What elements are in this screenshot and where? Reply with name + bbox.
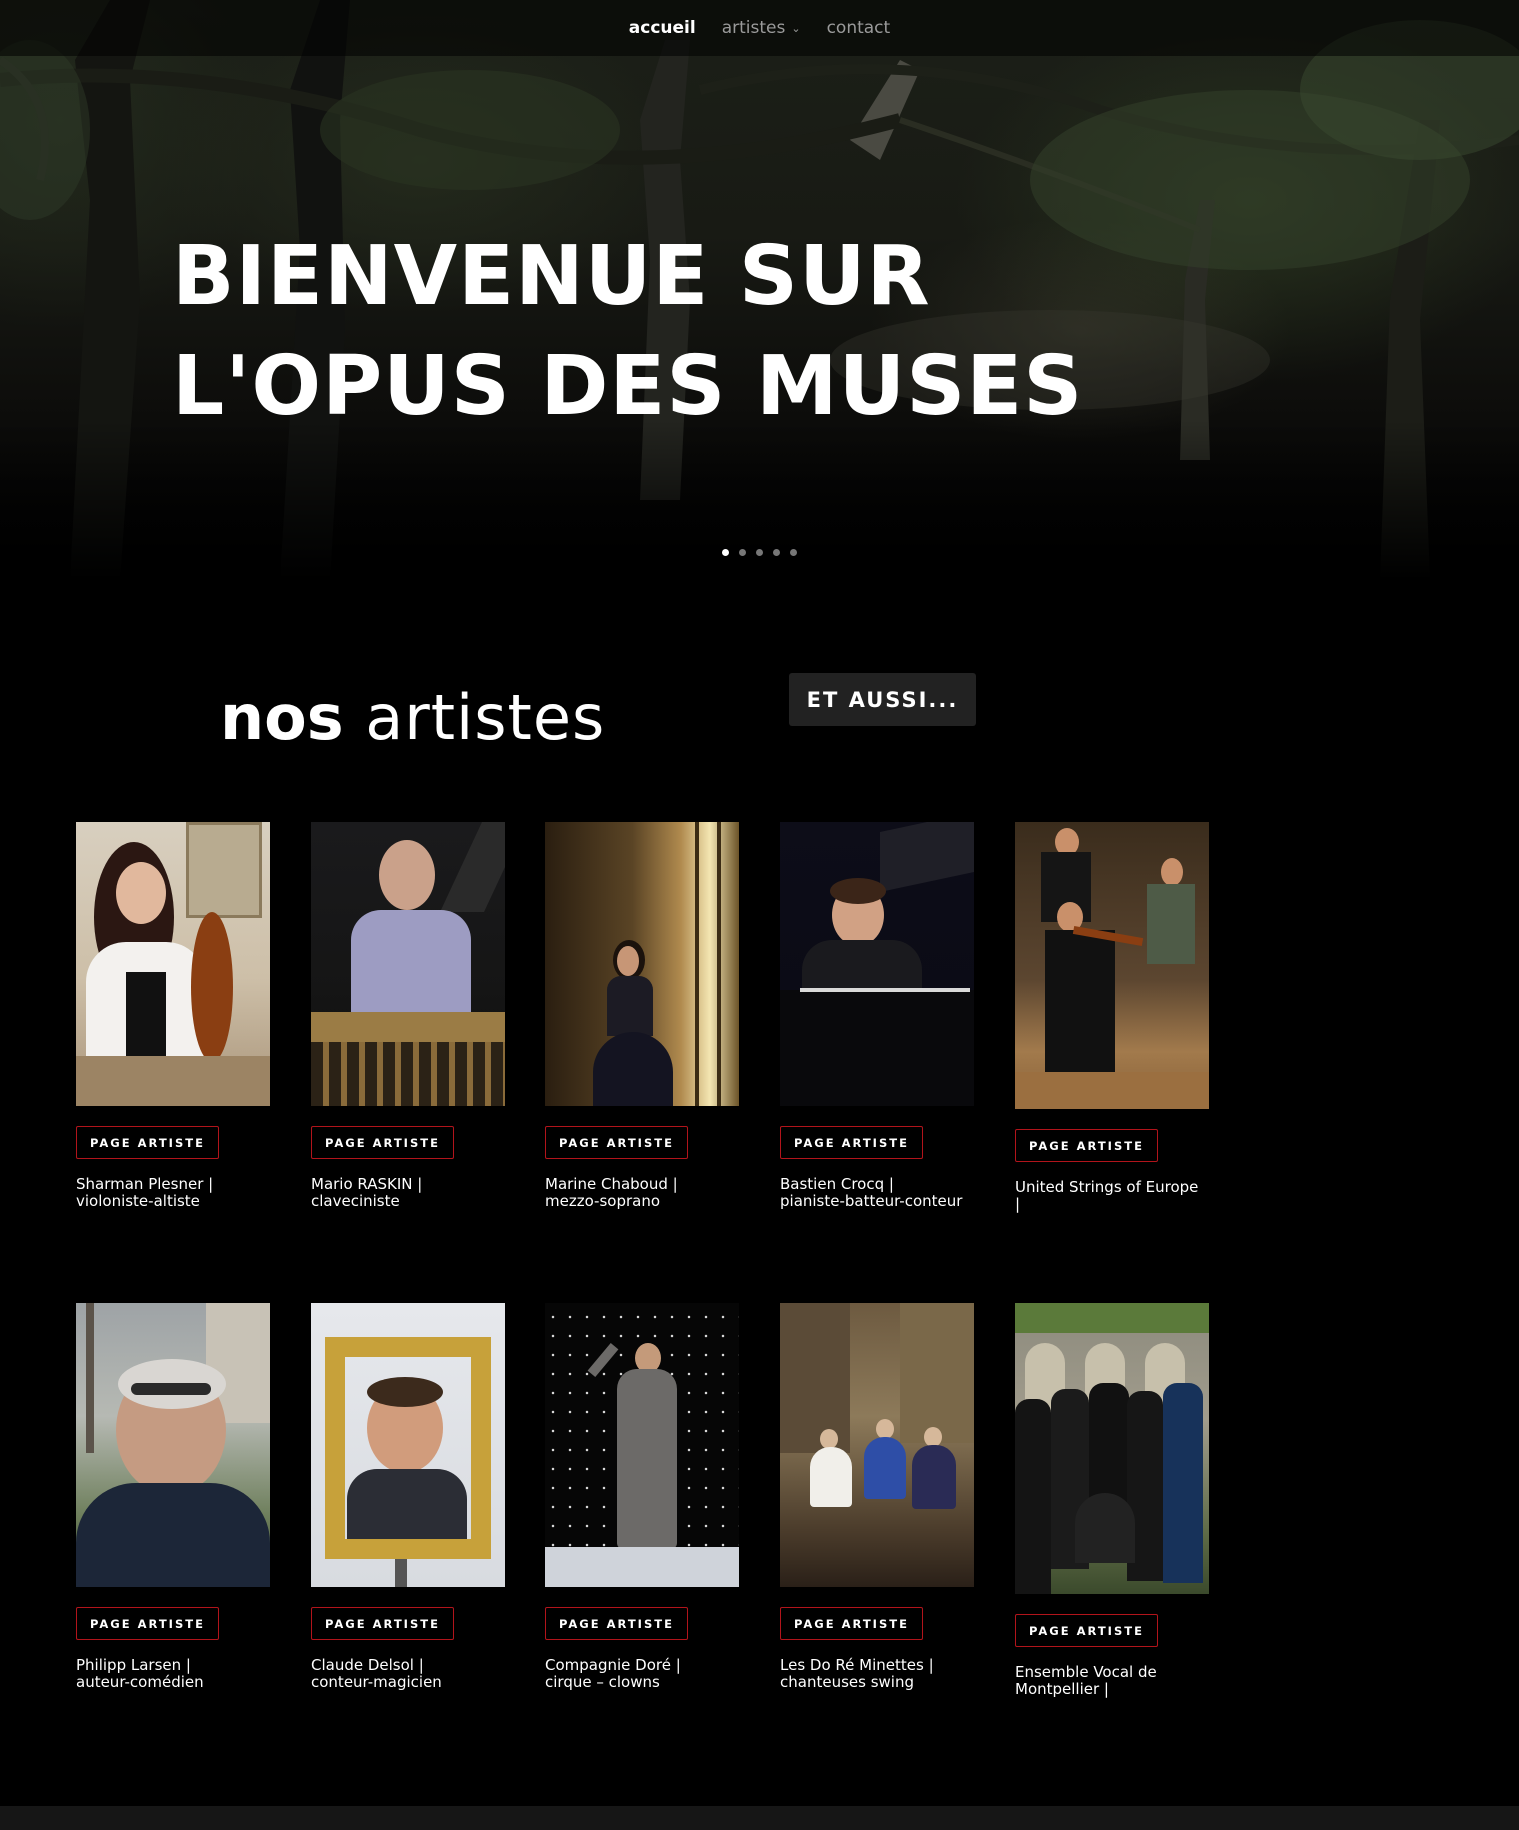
artist-name-line: Les Do Ré Minettes | [780, 1656, 934, 1674]
page-artiste-button[interactable]: PAGE ARTISTE [545, 1607, 688, 1640]
artist-photo[interactable] [311, 822, 505, 1106]
artist-name-line: Claude Delsol | [311, 1656, 424, 1674]
artist-role: auteur-comédien [76, 1673, 204, 1691]
artist-name: Marine Chaboud | mezzo-soprano [545, 1176, 745, 1210]
artist-photo[interactable] [76, 822, 270, 1106]
artist-card: PAGE ARTISTE Philipp Larsen | auteur-com… [76, 1303, 270, 1691]
page-artiste-button[interactable]: PAGE ARTISTE [545, 1126, 688, 1159]
page-artiste-button[interactable]: PAGE ARTISTE [76, 1607, 219, 1640]
artist-name: Philipp Larsen | auteur-comédien [76, 1657, 276, 1691]
artist-name: United Strings of Europe | [1015, 1179, 1215, 1213]
artist-name-line: Mario RASKIN | [311, 1175, 423, 1193]
artist-photo[interactable] [545, 822, 739, 1106]
artist-name-line: Sharman Plesner | [76, 1175, 214, 1193]
slide-dot-2[interactable] [739, 549, 746, 556]
hero-title-line-1: BIENVENUE SUR [172, 229, 931, 324]
artist-card: PAGE ARTISTE Bastien Crocq | pianiste-ba… [780, 822, 974, 1210]
artist-card: PAGE ARTISTE Compagnie Doré | cirque – c… [545, 1303, 739, 1691]
artist-role: Montpellier | [1015, 1680, 1109, 1698]
artist-card: PAGE ARTISTE Sharman Plesner | violonist… [76, 822, 270, 1210]
artist-role: cirque – clowns [545, 1673, 660, 1691]
artist-name-line: United Strings of Europe [1015, 1178, 1199, 1196]
artist-name: Compagnie Doré | cirque – clowns [545, 1657, 745, 1691]
artist-card: PAGE ARTISTE Marine Chaboud | mezzo-sopr… [545, 822, 739, 1210]
chevron-down-icon: ⌄ [791, 21, 801, 35]
page-artiste-button[interactable]: PAGE ARTISTE [1015, 1614, 1158, 1647]
page-artiste-button[interactable]: PAGE ARTISTE [1015, 1129, 1158, 1162]
nav-label: accueil [628, 18, 696, 38]
artist-name: Claude Delsol | conteur-magicien [311, 1657, 511, 1691]
hero-bottom-fade [0, 420, 1519, 580]
slide-dot-4[interactable] [773, 549, 780, 556]
artist-card: PAGE ARTISTE Claude Delsol | conteur-mag… [311, 1303, 505, 1691]
hero-title-line-2: L'OPUS DES MUSES [172, 339, 1084, 434]
artist-photo[interactable] [76, 1303, 270, 1587]
artist-role: mezzo-soprano [545, 1192, 661, 1210]
slider-pagination [722, 549, 797, 556]
artist-card: PAGE ARTISTE United Strings of Europe | [1015, 822, 1209, 1213]
artist-name-line: Marine Chaboud | [545, 1175, 678, 1193]
artist-role: pianiste-batteur-conteur [780, 1192, 963, 1210]
artist-card: PAGE ARTISTE Ensemble Vocal de Montpelli… [1015, 1303, 1209, 1698]
page-artiste-button[interactable]: PAGE ARTISTE [311, 1126, 454, 1159]
page: accueil artistes ⌄ contact BIENVENUE SUR… [0, 0, 1519, 1830]
section-title-light: artistes [365, 681, 606, 754]
artist-role: claveciniste [311, 1192, 400, 1210]
artist-name-line: Ensemble Vocal de [1015, 1663, 1157, 1681]
artist-photo[interactable] [545, 1303, 739, 1587]
artist-card: PAGE ARTISTE Les Do Ré Minettes | chante… [780, 1303, 974, 1691]
section-title-bold: nos [220, 681, 344, 754]
page-artiste-button[interactable]: PAGE ARTISTE [780, 1126, 923, 1159]
artist-role: violoniste-altiste [76, 1192, 200, 1210]
artist-name: Ensemble Vocal de Montpellier | [1015, 1664, 1215, 1698]
artist-photo[interactable] [780, 1303, 974, 1587]
slide-dot-1[interactable] [722, 549, 729, 556]
artist-name: Les Do Ré Minettes | chanteuses swing [780, 1657, 980, 1691]
artist-name: Bastien Crocq | pianiste-batteur-conteur [780, 1176, 980, 1210]
slide-dot-5[interactable] [790, 549, 797, 556]
et-aussi-button[interactable]: ET AUSSI... [789, 673, 976, 726]
artist-photo[interactable] [1015, 1303, 1209, 1594]
slide-dot-3[interactable] [756, 549, 763, 556]
nav-item-accueil[interactable]: accueil [629, 18, 696, 38]
hero-title: BIENVENUE SUR L'OPUS DES MUSES [172, 222, 1083, 442]
page-artiste-button[interactable]: PAGE ARTISTE [76, 1126, 219, 1159]
artist-card: PAGE ARTISTE Mario RASKIN | claveciniste [311, 822, 505, 1210]
nav-label: contact [826, 18, 891, 38]
page-artiste-button[interactable]: PAGE ARTISTE [780, 1607, 923, 1640]
artist-name-line: Bastien Crocq | [780, 1175, 894, 1193]
nav-label: artistes [721, 18, 786, 38]
artist-role: conteur-magicien [311, 1673, 442, 1691]
artist-role: chanteuses swing [780, 1673, 914, 1691]
artist-name: Sharman Plesner | violoniste-altiste [76, 1176, 276, 1210]
nav-item-contact[interactable]: contact [827, 18, 891, 38]
page-artiste-button[interactable]: PAGE ARTISTE [311, 1607, 454, 1640]
artist-name-line: Philipp Larsen | [76, 1656, 191, 1674]
footer-bar [0, 1806, 1519, 1830]
artist-photo[interactable] [1015, 822, 1209, 1109]
artist-role: | [1015, 1195, 1021, 1213]
artist-name: Mario RASKIN | claveciniste [311, 1176, 511, 1210]
top-navigation: accueil artistes ⌄ contact [0, 0, 1519, 56]
artist-name-line: Compagnie Doré | [545, 1656, 681, 1674]
artist-photo[interactable] [780, 822, 974, 1106]
section-title: nos artistes [220, 678, 605, 758]
artist-photo[interactable] [311, 1303, 505, 1587]
nav-item-artistes[interactable]: artistes ⌄ [722, 18, 801, 38]
